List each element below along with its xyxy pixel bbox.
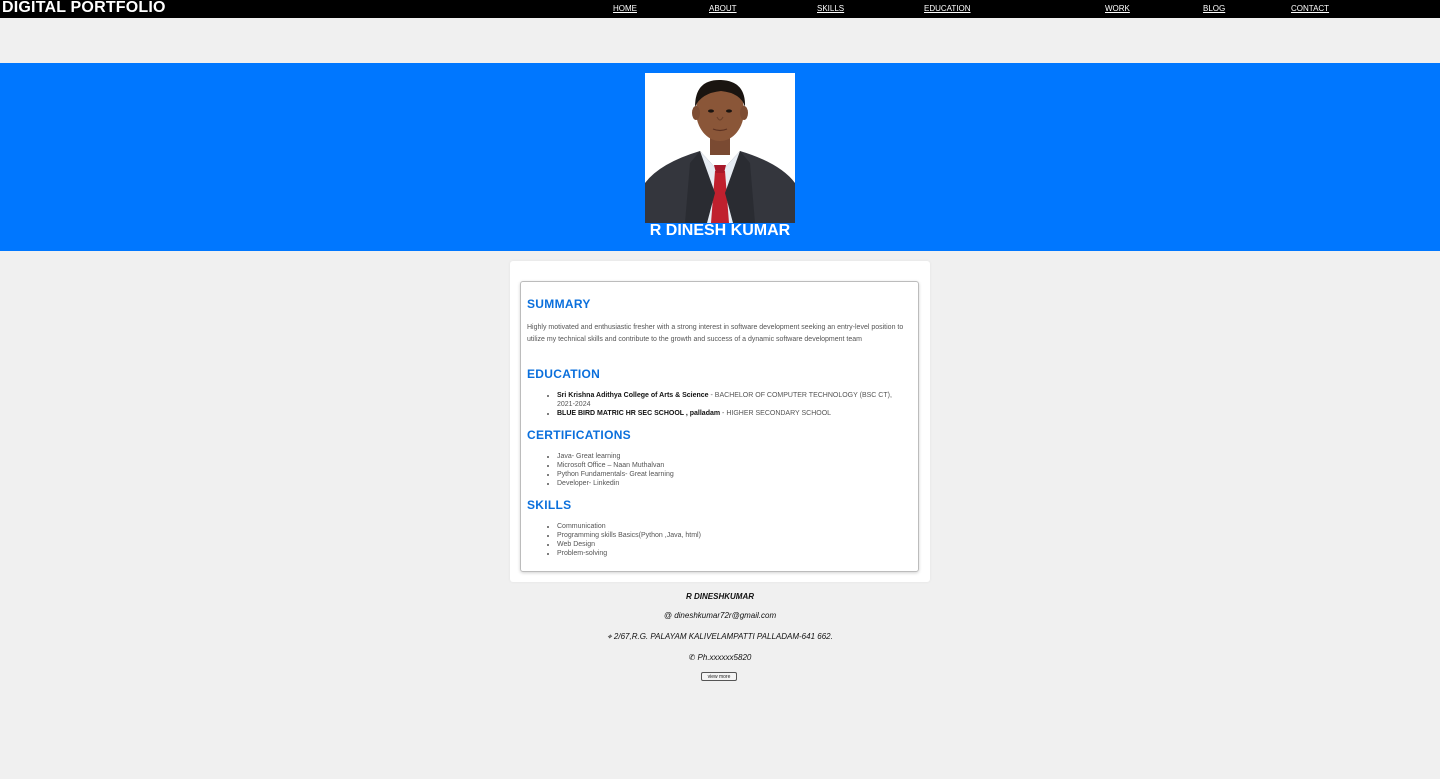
list-item: Microsoft Office – Naan Muthalvan: [557, 461, 674, 470]
view-more-button[interactable]: view more: [701, 672, 737, 681]
profile-photo: [645, 73, 795, 223]
nav-link-education[interactable]: EDUCATION: [924, 4, 971, 13]
certifications-list: Java- Great learning Microsoft Office – …: [547, 452, 674, 488]
list-item: Sri Krishna Adithya College of Arts & Sc…: [557, 391, 907, 409]
nav-link-work[interactable]: WORK: [1105, 4, 1130, 13]
footer-address: ⌖ 2/67,R.G. PALAYAM KALIVELAMPATTI PALLA…: [607, 632, 833, 641]
footer-name: R DINESHKUMAR: [686, 592, 754, 601]
list-item: Python Fundamentals- Great learning: [557, 470, 674, 479]
list-item: Problem-solving: [557, 549, 701, 558]
list-item: Java- Great learning: [557, 452, 674, 461]
summary-heading: SUMMARY: [527, 297, 591, 311]
nav-link-home[interactable]: HOME: [613, 4, 637, 13]
list-item: BLUE BIRD MATRIC HR SEC SCHOOL , pallada…: [557, 409, 907, 418]
top-nav-bar: DIGITAL PORTFOLIO HOME ABOUT SKILLS EDUC…: [0, 0, 1440, 18]
list-item: Developer- Linkedin: [557, 479, 674, 488]
nav-link-contact[interactable]: CONTACT: [1291, 4, 1329, 13]
resume-card-inner: SUMMARY Highly motivated and enthusiasti…: [520, 281, 919, 572]
skills-list: Communication Programming skills Basics(…: [547, 522, 701, 558]
nav-link-skills[interactable]: SKILLS: [817, 4, 844, 13]
list-item: Web Design: [557, 540, 701, 549]
nav-link-blog[interactable]: BLOG: [1203, 4, 1225, 13]
summary-text: Highly motivated and enthusiastic freshe…: [527, 324, 904, 343]
profile-name: R DINESH KUMAR: [649, 222, 791, 239]
list-item: Programming skills Basics(Python ,Java, …: [557, 531, 701, 540]
footer-phone: ✆ Ph.xxxxxx5820: [688, 653, 752, 662]
education-school: BLUE BIRD MATRIC HR SEC SCHOOL , pallada…: [557, 410, 721, 417]
nav-link-about[interactable]: ABOUT: [709, 4, 737, 13]
education-detail: - HIGHER SECONDARY SCHOOL: [720, 410, 832, 417]
education-heading: EDUCATION: [527, 367, 601, 381]
resume-card: SUMMARY Highly motivated and enthusiasti…: [510, 261, 930, 582]
profile-photo-illustration: [645, 73, 795, 223]
site-brand: DIGITAL PORTFOLIO: [2, 0, 166, 16]
education-school: Sri Krishna Adithya College of Arts & Sc…: [557, 392, 709, 399]
skills-heading: SKILLS: [527, 498, 572, 512]
list-item: Communication: [557, 522, 701, 531]
education-list: Sri Krishna Adithya College of Arts & Sc…: [547, 391, 907, 418]
footer-email: @ dineshkumar72r@gmail.com: [663, 611, 777, 620]
hero-banner: R DINESH KUMAR: [0, 63, 1440, 251]
certifications-heading: CERTIFICATIONS: [527, 428, 631, 442]
